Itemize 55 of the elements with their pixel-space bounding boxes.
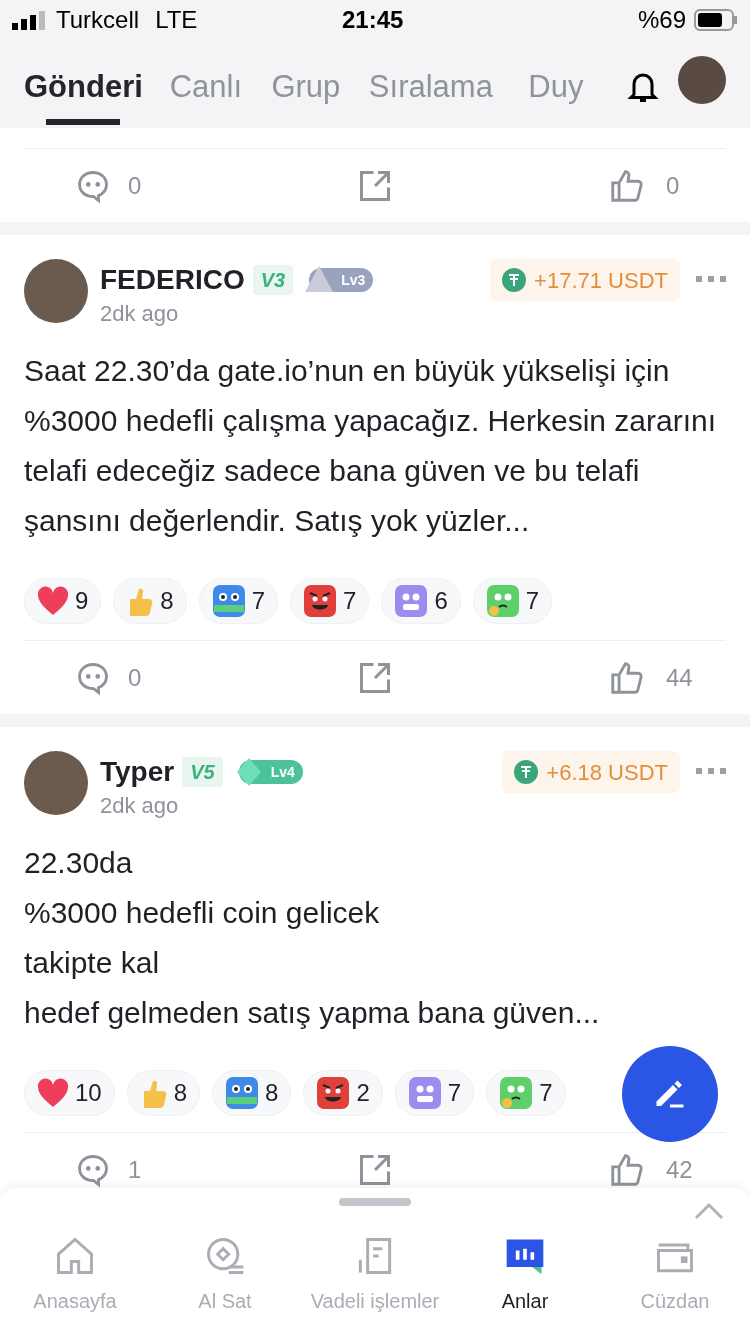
post-time: 2dk ago	[100, 792, 180, 820]
profit-badge: +17.71 USDT	[490, 259, 680, 301]
battery-percent: %69	[637, 5, 686, 35]
post-text: takipte kal	[24, 945, 161, 981]
reaction-chip[interactable]: 7	[486, 1070, 566, 1116]
post-text: 22.30da	[24, 845, 134, 881]
like-count: 42	[666, 1154, 694, 1185]
reaction-hodl-icon	[211, 584, 246, 618]
carrier-name: Turkcell	[56, 5, 140, 35]
battery-icon	[694, 9, 738, 31]
heart-icon	[37, 586, 69, 616]
level-badge: Lv4	[238, 760, 303, 784]
reaction-chip[interactable]: 6	[381, 578, 461, 624]
status-time: 21:45	[340, 5, 405, 35]
comment-count: 1	[128, 1154, 142, 1185]
chevron-up-icon[interactable]	[694, 1202, 724, 1220]
more-options-icon[interactable]	[696, 767, 726, 775]
comment-count: 0	[128, 170, 142, 201]
reaction-chip[interactable]: 2	[303, 1070, 383, 1116]
reaction-chip[interactable]: 7	[290, 578, 370, 624]
author-name: FEDERICO	[100, 263, 245, 297]
reaction-chip[interactable]: 10	[24, 1070, 115, 1116]
post-text: Saat 22.30’da gate.io’nun en büyük yükselişi için %3000 hedefli çalışma yapacağız. Herkesin zararını telafi edeceğiz sadece bana güven ve bu telafi şansını değerlendir. Satış yok yüzler...	[24, 353, 718, 539]
reaction-angry-icon	[303, 584, 338, 618]
reaction-chip[interactable]: 8	[126, 1070, 201, 1116]
profile-avatar[interactable]	[678, 56, 726, 104]
more-options-icon[interactable]	[696, 275, 726, 283]
heart-icon	[37, 1078, 69, 1108]
reaction-hodl-icon	[225, 1076, 260, 1110]
drag-handle[interactable]	[339, 1198, 411, 1206]
reaction-angry-icon	[316, 1076, 351, 1110]
vip-badge: V5	[182, 757, 223, 787]
reaction-thinking-icon	[499, 1076, 534, 1110]
reaction-chip[interactable]: 7	[472, 578, 553, 624]
nav-item[interactable]: Anlar	[450, 1234, 600, 1316]
reaction-chip[interactable]: 7	[394, 1070, 475, 1116]
reaction-thinking-icon	[485, 584, 520, 618]
post-time: 2dk ago	[100, 300, 180, 328]
like-count: 0	[666, 170, 681, 201]
network-type: LTE	[155, 5, 198, 35]
reaction-chip[interactable]: 9	[24, 578, 102, 624]
post-text: hedef gelmeden satış yapma bana güven...	[24, 995, 601, 1031]
comment-count: 0	[128, 662, 142, 693]
reaction-scared-icon	[407, 1076, 442, 1110]
vip-badge: V3	[252, 265, 294, 295]
reaction-chip[interactable]: 8	[212, 1070, 292, 1116]
profit-badge: +6.18 USDT	[502, 751, 680, 793]
like-count: 44	[666, 662, 694, 693]
reaction-chip[interactable]: 7	[198, 578, 279, 624]
tab[interactable]: Gönderi	[24, 64, 143, 125]
reaction-scared-icon	[394, 584, 429, 618]
post-text: %3000 hedefli coin gelicek	[24, 895, 381, 931]
author-name: Typer	[100, 755, 175, 789]
signal-icon	[12, 10, 48, 30]
reaction-chip[interactable]: 8	[113, 578, 187, 624]
